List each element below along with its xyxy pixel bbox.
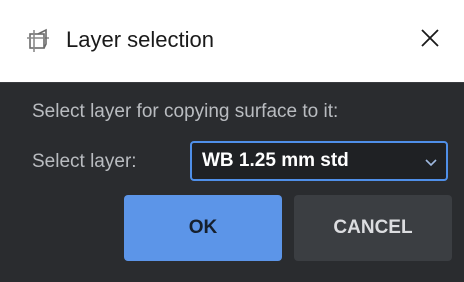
close-icon [420,28,440,53]
layer-select-label: Select layer: [32,151,137,172]
dialog-body: Select layer for copying surface to it: … [0,82,464,282]
layer-selection-dialog: Layer selection Select layer for copying… [0,0,464,282]
layer-select-dropdown[interactable]: WB 1.25 mm std [190,141,448,181]
layer-copy-icon [24,26,52,54]
cancel-button[interactable]: CANCEL [294,195,452,261]
dialog-prompt: Select layer for copying surface to it: [32,101,339,122]
chevron-down-icon [424,155,438,169]
close-button[interactable] [412,22,448,58]
ok-button[interactable]: OK [124,195,282,261]
window-title: Layer selection [66,27,214,52]
layer-select-value: WB 1.25 mm std [202,150,349,171]
title-bar: Layer selection [0,0,464,82]
